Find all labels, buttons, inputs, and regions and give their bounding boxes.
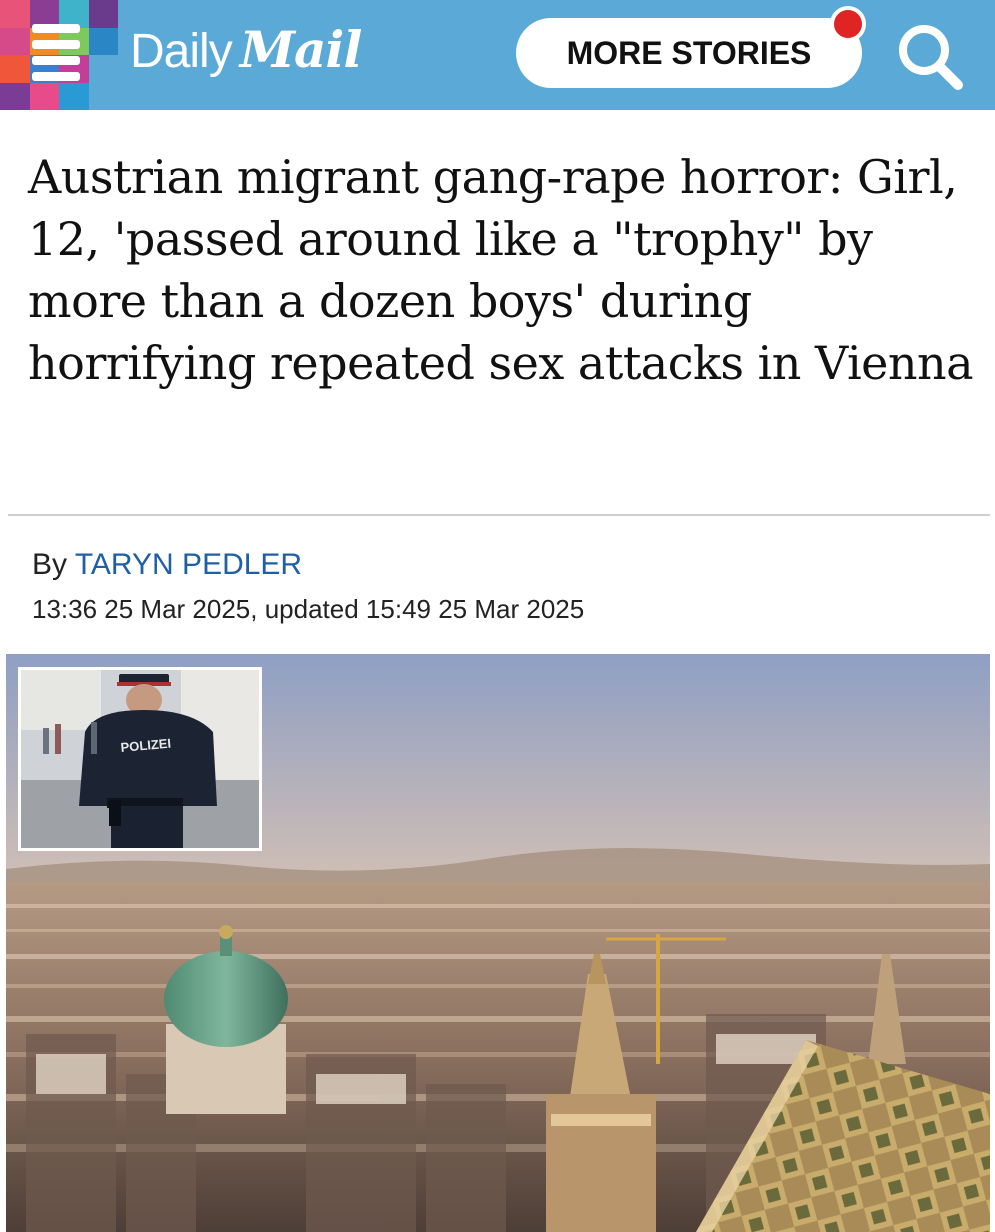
dateline: 13:36 25 Mar 2025, updated 15:49 25 Mar … <box>32 594 585 624</box>
byline: By TARYN PEDLER <box>32 548 302 582</box>
search-icon[interactable] <box>892 20 968 92</box>
author-link[interactable]: TARYN PEDLER <box>75 548 302 581</box>
inset-image-police-officer[interactable]: POLIZEI <box>18 667 262 851</box>
logo-daily: Daily <box>130 25 233 78</box>
inset-image-drawing: POLIZEI <box>21 670 259 848</box>
article-headline: Austrian migrant gang-rape horror: Girl,… <box>28 150 974 390</box>
byline-prefix: By <box>32 548 68 581</box>
hamburger-menu-icon[interactable] <box>32 24 80 86</box>
notification-dot <box>830 6 866 42</box>
divider <box>8 514 990 516</box>
site-logo[interactable]: Daily Mail <box>130 20 363 90</box>
site-header: Daily Mail MORE STORIES <box>0 0 995 110</box>
more-stories-button[interactable]: MORE STORIES <box>516 18 862 88</box>
logo-mail: Mail <box>239 20 363 79</box>
